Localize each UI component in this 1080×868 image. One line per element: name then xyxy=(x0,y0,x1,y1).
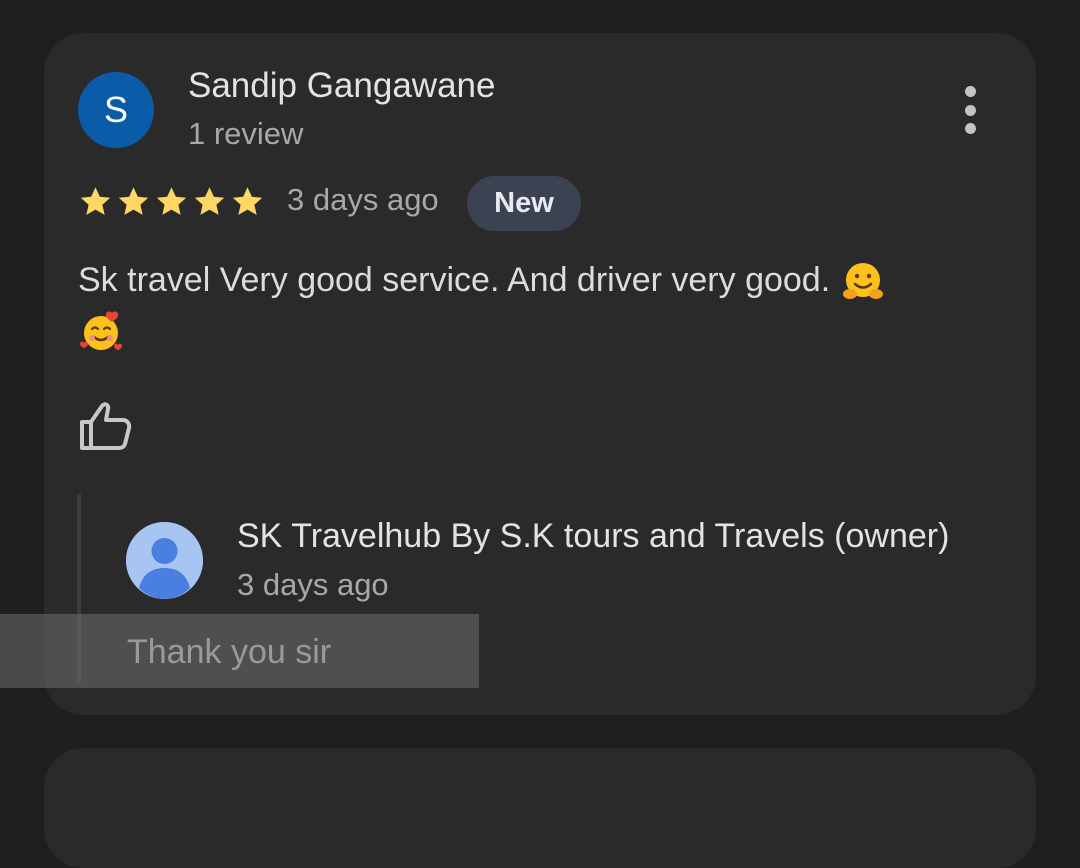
next-review-card xyxy=(44,748,1036,868)
star-icon xyxy=(232,187,263,215)
star-icon xyxy=(194,187,225,215)
star-icon xyxy=(156,187,187,215)
review-date: 3 days ago xyxy=(287,182,439,217)
thumbs-up-icon xyxy=(80,402,132,450)
owner-reply-text: Thank you sir xyxy=(127,633,332,671)
review-text-body: Sk travel Very good service. And driver … xyxy=(78,261,831,299)
reviewer-avatar[interactable]: S xyxy=(78,72,154,148)
owner-reply-date: 3 days ago xyxy=(237,567,389,602)
star-rating xyxy=(77,184,266,220)
more-vertical-icon-dot xyxy=(964,123,976,134)
owner-avatar[interactable] xyxy=(126,522,203,599)
avatar-letter: S xyxy=(103,89,128,130)
hugging-face-emoji xyxy=(842,263,883,300)
star-icon xyxy=(80,187,111,215)
owner-name[interactable]: SK Travelhub By S.K tours and Travels (o… xyxy=(237,517,949,556)
review-text: Sk travel Very good service. And driver … xyxy=(78,255,988,355)
star-icon xyxy=(118,187,149,215)
review-count: 1 review xyxy=(188,116,304,151)
more-options-button[interactable] xyxy=(944,82,996,138)
more-vertical-icon-dot xyxy=(964,104,976,116)
more-vertical-icon xyxy=(964,86,976,97)
smiling-face-with-hearts-emoji xyxy=(80,311,122,351)
new-badge: New xyxy=(467,176,581,231)
like-button[interactable] xyxy=(76,398,134,454)
person-icon xyxy=(126,522,203,599)
reviewer-name[interactable]: Sandip Gangawane xyxy=(188,66,495,106)
